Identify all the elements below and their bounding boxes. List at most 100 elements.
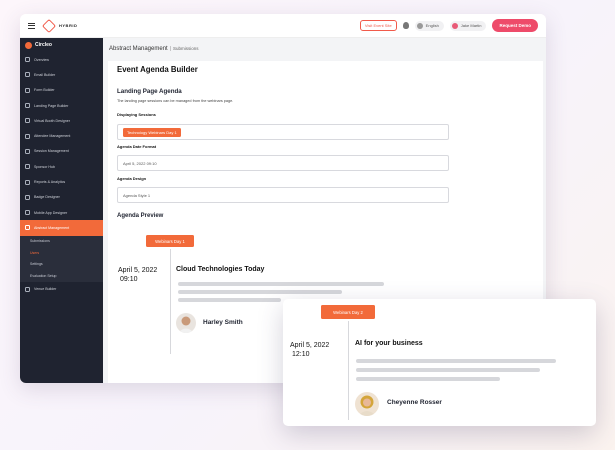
sidebar-item-attendee-management[interactable]: Attendee Management	[20, 128, 103, 143]
sidebar-item-label: Sponsor Hub	[34, 164, 55, 169]
booth-icon	[25, 118, 30, 124]
sidebar-item-venue-builder[interactable]: Venue Builder	[20, 282, 103, 297]
sidebar-item-badge-designer[interactable]: Badge Designer	[20, 190, 103, 205]
sidebar: Circleo Overview Email Builder Form Buil…	[20, 38, 103, 383]
agenda-design-field[interactable]: Agenda Style 1	[117, 187, 449, 203]
breadcrumb: Abstract Management | Submissions	[109, 46, 199, 52]
sidebar-item-label: Reports & Analytics	[34, 180, 66, 185]
sidebar-subnav: Submissions Users Settings Evaluation Se…	[20, 235, 103, 282]
timeline-line	[348, 321, 349, 420]
sidebar-item-label: Virtual Booth Designer	[34, 118, 70, 123]
abstract-icon	[25, 225, 30, 231]
sidebar-item-label: Email Builder	[34, 72, 56, 77]
user-name: Jake Martin	[460, 23, 482, 28]
sidebar-item-form-builder[interactable]: Form Builder	[20, 83, 103, 98]
email-icon	[25, 72, 30, 78]
request-demo-button[interactable]: Request Demo	[492, 19, 538, 32]
sidebar-item-mobile-app-designer[interactable]: Mobile App Designer	[20, 205, 103, 220]
sidebar-item-sponsor-hub[interactable]: Sponsor Hub	[20, 159, 103, 174]
user-avatar	[451, 22, 458, 29]
topbar-actions: Visit Event Site English Jake Martin Req…	[359, 19, 538, 32]
hamburger-icon[interactable]	[28, 22, 35, 29]
speaker-portrait-icon	[176, 313, 196, 333]
session-date-time: 09:10	[120, 276, 138, 283]
subnav-item-users[interactable]: Users	[20, 247, 103, 259]
breadcrumb-separator: |	[169, 46, 172, 52]
user-menu[interactable]: Jake Martin	[449, 20, 487, 31]
attendee-icon	[25, 133, 30, 139]
sidebar-item-label: Venue Builder	[34, 287, 57, 292]
speaker-name: Harley Smith	[203, 319, 243, 326]
venue-icon	[25, 286, 30, 292]
session-date: April 5, 2022 12:10	[290, 341, 329, 359]
date-format-field[interactable]: April 5, 2022 09:10	[117, 155, 449, 171]
sidebar-item-label: Session Management	[34, 149, 69, 154]
placeholder-line	[356, 368, 540, 372]
timeline-line	[170, 249, 171, 354]
visit-event-site-button[interactable]: Visit Event Site	[359, 20, 397, 31]
subnav-item-settings[interactable]: Settings	[20, 259, 103, 271]
lightbulb-icon[interactable]	[402, 22, 409, 29]
speaker-portrait-icon	[355, 392, 379, 416]
session-icon	[25, 148, 30, 154]
mobile-icon	[25, 210, 30, 216]
brand-icon	[25, 41, 32, 49]
breadcrumb-title: Abstract Management	[109, 46, 168, 52]
placeholder-line	[178, 290, 342, 294]
agenda-preview-heading: Agenda Preview	[117, 213, 164, 219]
subnav-item-evaluation-setup[interactable]: Evaluation Setup	[20, 270, 103, 282]
sidebar-item-abstract-management[interactable]: Abstract Management	[20, 220, 103, 236]
sidebar-item-label: Overview	[34, 57, 49, 62]
speaker-avatar	[355, 392, 379, 416]
badge-icon	[25, 194, 30, 200]
agenda-heading: Landing Page Agenda	[117, 88, 182, 95]
page-icon	[25, 103, 30, 109]
sidebar-item-overview[interactable]: Overview	[20, 52, 103, 67]
sidebar-item-label: Landing Page Builder	[34, 103, 69, 108]
chart-icon	[25, 179, 30, 185]
form-icon	[25, 87, 30, 93]
placeholder-line	[356, 359, 556, 363]
globe-icon	[416, 22, 423, 29]
session-title: Cloud Technologies Today	[176, 266, 265, 273]
breadcrumb-sub[interactable]: Submissions	[173, 46, 199, 51]
sidebar-item-virtual-booth-designer[interactable]: Virtual Booth Designer	[20, 113, 103, 128]
page-title: Event Agenda Builder	[117, 65, 198, 74]
floating-preview-card: Webinars Day 2 April 5, 2022 12:10 AI fo…	[283, 299, 596, 426]
sponsor-icon	[25, 164, 30, 170]
webinars-day-1-tag[interactable]: Webinars Day 1	[146, 235, 194, 247]
placeholder-line	[178, 282, 384, 286]
sidebar-item-label: Badge Designer	[34, 195, 60, 200]
session-chip[interactable]: Technology Webinars Day 1	[123, 127, 181, 137]
language-selector[interactable]: English	[414, 20, 444, 31]
session-date-day: April 5, 2022	[290, 342, 330, 349]
sidebar-brand[interactable]: Circleo	[20, 38, 103, 52]
date-format-label: Agenda Date Format	[117, 144, 157, 149]
sidebar-item-landing-page-builder[interactable]: Landing Page Builder	[20, 98, 103, 113]
agenda-description: The landing page sessions can be managed…	[117, 99, 234, 103]
subnav-item-submissions[interactable]: Submissions	[20, 236, 103, 248]
session-date-day: April 5, 2022	[118, 267, 158, 274]
sidebar-item-label: Form Builder	[34, 88, 55, 93]
displaying-sessions-field[interactable]: Technology Webinars Day 1	[117, 124, 449, 140]
sidebar-item-reports-analytics[interactable]: Reports & Analytics	[20, 174, 103, 189]
sidebar-item-session-management[interactable]: Session Management	[20, 144, 103, 159]
sidebar-item-label: Abstract Management	[34, 225, 70, 230]
sidebar-item-email-builder[interactable]: Email Builder	[20, 67, 103, 82]
session-title: AI for your business	[355, 340, 423, 347]
top-bar: HYBRID Visit Event Site English Jake Mar…	[20, 14, 546, 38]
brand-name: Circleo	[35, 42, 52, 48]
speaker-name: Cheyenne Rosser	[387, 399, 442, 406]
overview-icon	[25, 57, 30, 63]
sidebar-item-label: Attendee Management	[34, 134, 71, 139]
placeholder-line	[178, 298, 281, 302]
session-date: April 5, 2022 09:10	[118, 266, 157, 284]
session-date-time: 12:10	[292, 351, 310, 358]
placeholder-line	[356, 377, 500, 381]
speaker-avatar	[176, 313, 196, 333]
displaying-sessions-label: Displaying Sessions	[117, 112, 156, 117]
logo-text: HYBRID	[59, 23, 78, 28]
webinars-day-2-tag[interactable]: Webinars Day 2	[321, 305, 375, 319]
sidebar-item-label: Mobile App Designer	[34, 210, 68, 215]
language-label: English	[425, 23, 439, 28]
